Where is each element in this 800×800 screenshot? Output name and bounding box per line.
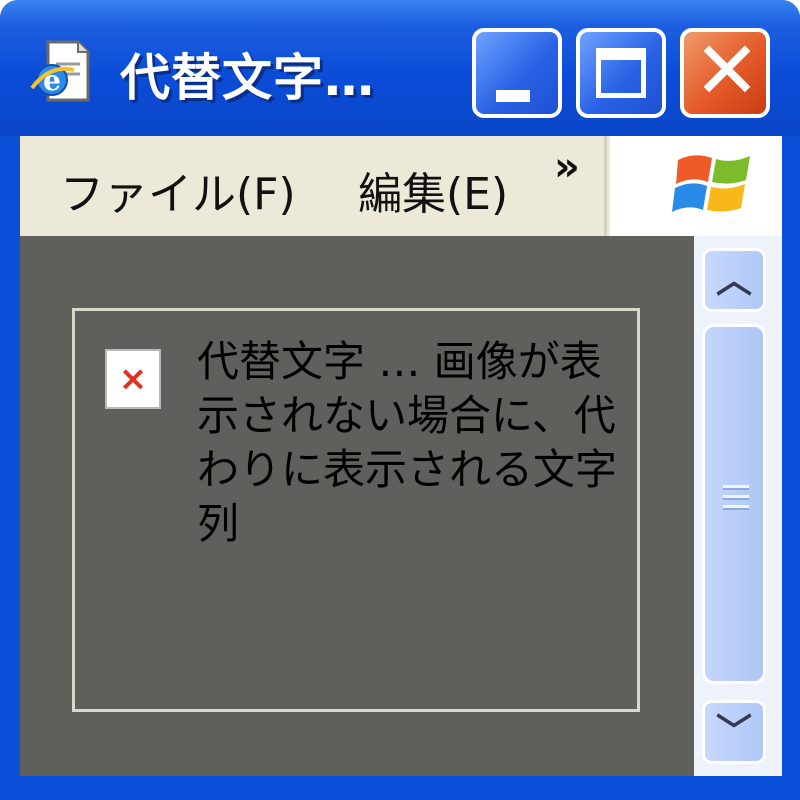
- minimize-button[interactable]: [472, 28, 562, 118]
- page-content: × 代替文字 … 画像が表示されない場合に、代わりに表示される文字列: [20, 236, 694, 776]
- menu-divider: [604, 136, 607, 236]
- minimize-icon: [496, 90, 530, 102]
- menu-file[interactable]: ファイル(F): [60, 158, 296, 222]
- window-border-left: [0, 136, 20, 800]
- menu-edit[interactable]: 編集(E): [358, 158, 514, 222]
- close-icon: ✕: [693, 24, 761, 117]
- window-border-bottom: [0, 776, 800, 800]
- maximize-button[interactable]: [576, 28, 666, 118]
- window-title: 代替文字…: [120, 49, 375, 107]
- grip-line: [723, 505, 749, 510]
- window-border-right: [782, 136, 800, 800]
- grip-line: [723, 495, 749, 500]
- menu-bar: ファイル(F) 編集(E) »: [20, 136, 782, 236]
- title-bar[interactable]: e 代替文字… ✕: [0, 0, 800, 136]
- ie-document-icon: e: [30, 40, 90, 102]
- menu-overflow-chevron-icon[interactable]: »: [554, 144, 580, 190]
- alt-text: 代替文字 … 画像が表示されない場合に、代わりに表示される文字列: [197, 337, 618, 548]
- scroll-up-button[interactable]: ︿: [702, 248, 766, 312]
- windows-logo-icon: [672, 155, 750, 212]
- vertical-scrollbar[interactable]: ︿ ﹀: [694, 236, 782, 776]
- image-placeholder-frame: × 代替文字 … 画像が表示されない場合に、代わりに表示される文字列: [72, 308, 640, 712]
- maximize-icon: [596, 48, 646, 98]
- browser-window: e 代替文字… ✕ ファイル(F) 編集(E) » × 代替文字 … 画像が表示…: [0, 0, 800, 800]
- scroll-down-button[interactable]: ﹀: [702, 700, 766, 764]
- chevron-up-icon: ︿: [715, 260, 752, 301]
- throbber-area: [610, 136, 782, 236]
- scroll-thumb[interactable]: [702, 324, 766, 684]
- grip-line: [723, 485, 749, 490]
- chevron-down-icon: ﹀: [715, 712, 752, 753]
- broken-image-icon: ×: [105, 349, 161, 409]
- close-button[interactable]: ✕: [680, 24, 770, 118]
